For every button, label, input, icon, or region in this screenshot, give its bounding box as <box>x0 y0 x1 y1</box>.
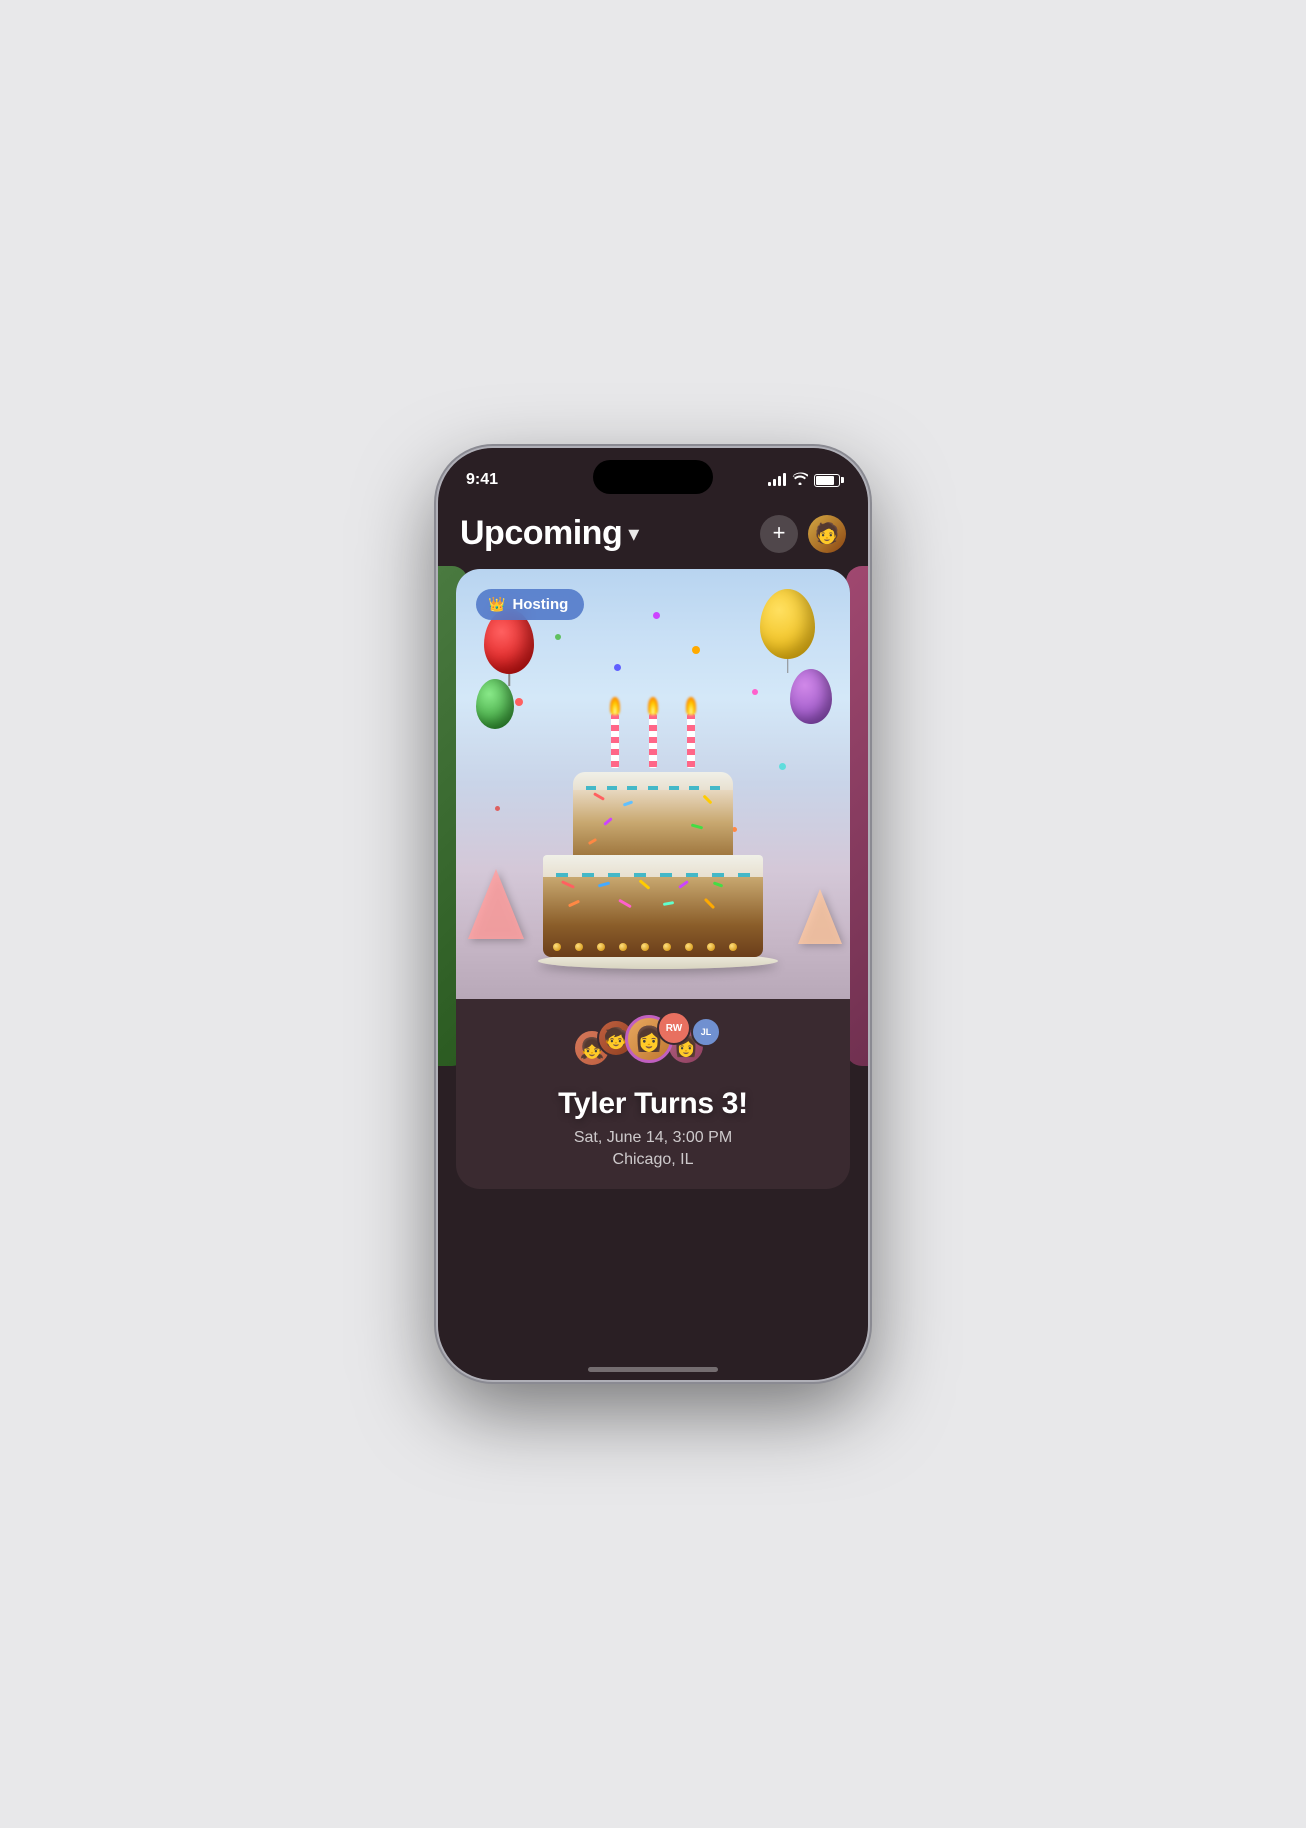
chevron-down-icon[interactable]: ▾ <box>628 521 639 547</box>
sprinkle <box>588 838 597 845</box>
main-content: Upcoming ▾ + 🧑 <box>438 498 868 1189</box>
phone-frame: 9:41 <box>438 448 868 1380</box>
confetti <box>555 634 561 640</box>
attendee-avatars: 👧 🧒 👩 👩 <box>573 1015 733 1067</box>
screen: 9:41 <box>438 448 868 1380</box>
page-title: Upcoming <box>460 514 622 553</box>
attendee-initials-jl: JL <box>701 1027 712 1037</box>
cake-bottom-tier <box>543 855 763 957</box>
birthday-cake <box>538 697 768 969</box>
confetti <box>495 806 500 811</box>
event-card-image <box>456 569 850 999</box>
party-hat-right <box>798 889 842 944</box>
balloon-purple <box>790 669 832 724</box>
sprinkle <box>603 817 613 826</box>
confetti <box>614 664 621 671</box>
candle-2 <box>648 697 658 768</box>
candle-1 <box>610 697 620 768</box>
hosting-badge: 👑 Hosting <box>476 589 584 620</box>
cake-top-tier <box>573 772 733 855</box>
balloon-green <box>476 679 514 729</box>
header-title[interactable]: Upcoming ▾ <box>460 514 639 553</box>
crown-icon: 👑 <box>488 596 505 613</box>
sprinkle <box>593 792 605 801</box>
candles-row <box>538 697 768 768</box>
event-card[interactable]: 👑 Hosting 👧 🧒 <box>456 569 850 1189</box>
sprinkle <box>623 800 633 806</box>
plus-icon: + <box>773 522 786 544</box>
event-info: Tyler Turns 3! Sat, June 14, 3:00 PM Chi… <box>456 1077 850 1189</box>
attendee-avatar-rw: RW <box>657 1011 691 1045</box>
confetti <box>653 612 660 619</box>
attendee-initials-rw: RW <box>666 1023 682 1034</box>
wifi-icon <box>792 472 808 488</box>
candle-3 <box>686 697 696 768</box>
cake-top-body <box>573 790 733 855</box>
party-hat-left <box>468 869 524 939</box>
status-time: 9:41 <box>466 471 498 489</box>
signal-icon <box>768 474 786 486</box>
sprinkle <box>691 823 703 829</box>
user-avatar-button[interactable]: 🧑 <box>808 515 846 553</box>
add-button[interactable]: + <box>760 515 798 553</box>
event-title: Tyler Turns 3! <box>472 1087 834 1121</box>
dynamic-island <box>593 460 713 494</box>
cake-bottom-body <box>543 877 763 957</box>
cake-top-frosting <box>573 772 733 790</box>
confetti <box>515 698 523 706</box>
flame-1 <box>610 697 620 715</box>
event-datetime: Sat, June 14, 3:00 PM <box>472 1129 834 1147</box>
confetti <box>692 646 700 654</box>
hosting-label: Hosting <box>512 596 568 613</box>
header: Upcoming ▾ + 🧑 <box>456 498 850 569</box>
sprinkle <box>703 795 713 805</box>
cake-bottom-frosting <box>543 855 763 877</box>
status-icons <box>768 472 840 488</box>
confetti <box>779 763 786 770</box>
attendees-row: 👧 🧒 👩 👩 <box>456 999 850 1077</box>
attendee-avatar-jl: JL <box>691 1017 721 1047</box>
event-location: Chicago, IL <box>472 1151 834 1169</box>
header-actions: + 🧑 <box>760 515 846 553</box>
flame-2 <box>648 697 658 715</box>
balloon-yellow <box>760 589 815 659</box>
confetti <box>752 689 758 695</box>
flame-3 <box>686 697 696 715</box>
home-indicator <box>588 1367 718 1372</box>
battery-icon <box>814 474 840 487</box>
